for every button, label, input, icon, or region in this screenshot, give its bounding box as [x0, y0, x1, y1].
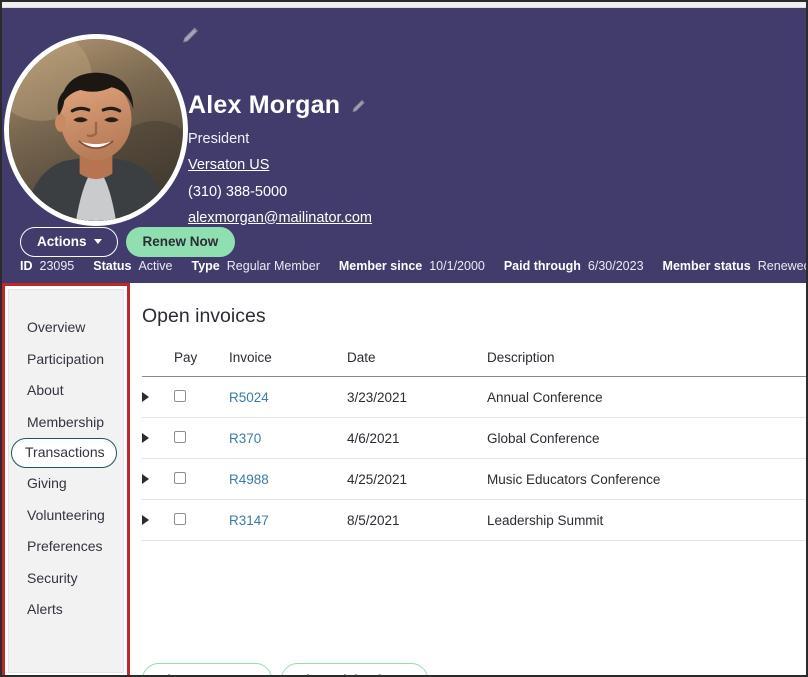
expand-row-icon[interactable] [142, 514, 149, 525]
sidebar-nav: Overview Participation About Membership … [8, 289, 124, 673]
expand-row-icon[interactable] [142, 473, 149, 484]
meta-key-id: ID [20, 259, 33, 273]
open-invoices-table: Pay Invoice Date Description R5024 3/23/… [142, 350, 806, 541]
person-job-title: President [188, 130, 250, 147]
meta-value-id: 23095 [39, 259, 75, 273]
actions-button-label: Actions [37, 234, 87, 249]
table-header-row: Pay Invoice Date Description [142, 350, 806, 377]
row-pay-cell [174, 417, 229, 459]
profile-info: Alex Morgan President Versaton US (310) … [188, 34, 372, 227]
row-date-cell: 4/25/2021 [347, 458, 487, 500]
profile-header: Alex Morgan President Versaton US (310) … [2, 8, 806, 283]
content-area: Overview Participation About Membership … [2, 283, 806, 675]
row-pay-cell [174, 458, 229, 500]
sidebar-item-security[interactable]: Security [9, 563, 123, 595]
sidebar-annotation-highlight: Overview Participation About Membership … [2, 283, 130, 675]
meta-value-member-since: 10/1/2000 [429, 259, 485, 273]
panel-title: Open invoices [142, 305, 266, 327]
avatar[interactable] [4, 34, 188, 226]
meta-key-member-since: Member since [338, 259, 423, 273]
pay-checkbox[interactable] [174, 512, 186, 525]
pencil-icon[interactable] [180, 24, 202, 46]
sidebar-item-overview[interactable]: Overview [9, 312, 123, 344]
sidebar-item-about[interactable]: About [9, 375, 123, 407]
pay-checkbox[interactable] [174, 389, 186, 402]
row-invoice-cell: R5024 [229, 376, 347, 418]
table-row: R4988 4/25/2021 Music Educators Conferen… [142, 458, 806, 500]
pay-checkbox[interactable] [174, 430, 186, 443]
sidebar-item-alerts[interactable]: Alerts [9, 594, 123, 626]
actions-button[interactable]: Actions [20, 227, 118, 257]
person-name-row: Alex Morgan [188, 91, 372, 120]
meta-key-member-status: Member status [662, 259, 751, 273]
invoice-link[interactable]: R5024 [229, 390, 269, 405]
sidebar-item-volunteering[interactable]: Volunteering [9, 500, 123, 532]
row-description-cell: Leadership Summit [487, 499, 806, 541]
row-pay-cell [174, 499, 229, 541]
column-header-pay: Pay [174, 350, 229, 377]
table-header: Pay Invoice Date Description [142, 350, 806, 377]
table-footer-buttons: View Statement View Trial Balance [142, 663, 429, 675]
screenshot-frame: Alex Morgan President Versaton US (310) … [0, 0, 808, 677]
sidebar-item-participation[interactable]: Participation [9, 344, 123, 376]
meta-value-status: Active [138, 259, 173, 273]
column-header-date: Date [347, 350, 487, 377]
invoice-link[interactable]: R370 [229, 431, 261, 446]
member-meta-strip: ID 23095 Status Active Type Regular Memb… [20, 259, 808, 273]
hero-action-buttons: Actions Renew Now [20, 227, 236, 257]
column-header-invoice: Invoice [229, 350, 347, 377]
row-invoice-cell: R370 [229, 417, 347, 459]
row-expand-cell [142, 417, 174, 459]
sidebar-item-membership[interactable]: Membership [9, 407, 123, 439]
invoice-link[interactable]: R4988 [229, 472, 269, 487]
view-statement-button[interactable]: View Statement [142, 663, 272, 675]
column-header-expand [142, 350, 174, 377]
row-description-cell: Annual Conference [487, 376, 806, 418]
table-row: R3147 8/5/2021 Leadership Summit [142, 499, 806, 541]
renew-now-button[interactable]: Renew Now [125, 227, 236, 257]
row-expand-cell [142, 458, 174, 500]
page-title: Alex Morgan [188, 91, 341, 119]
meta-key-paid-through: Paid through [503, 259, 581, 273]
expand-row-icon[interactable] [142, 432, 149, 443]
row-date-cell: 3/23/2021 [347, 376, 487, 418]
view-trial-balance-button[interactable]: View Trial Balance [280, 663, 429, 675]
expand-row-icon[interactable] [142, 391, 149, 402]
sidebar-item-preferences[interactable]: Preferences [9, 531, 123, 563]
meta-key-type: Type [191, 259, 220, 273]
table-row: R370 4/6/2021 Global Conference [142, 417, 806, 459]
sidebar-item-giving[interactable]: Giving [9, 468, 123, 500]
organization-link[interactable]: Versaton US [188, 157, 269, 173]
invoice-link[interactable]: R3147 [229, 513, 269, 528]
phone-number: (310) 388-5000 [188, 183, 288, 200]
pencil-icon[interactable] [350, 97, 368, 115]
table-body: R5024 3/23/2021 Annual Conference R370 4… [142, 376, 806, 541]
meta-value-member-status: Renewed [757, 259, 808, 273]
column-header-description: Description [487, 350, 806, 377]
meta-value-paid-through: 6/30/2023 [587, 259, 644, 273]
row-expand-cell [142, 499, 174, 541]
avatar-photo [9, 39, 183, 221]
row-invoice-cell: R4988 [229, 458, 347, 500]
meta-key-status: Status [93, 259, 132, 273]
table-row: R5024 3/23/2021 Annual Conference [142, 376, 806, 418]
avatar-wrapper [2, 34, 188, 226]
email-link[interactable]: alexmorgan@mailinator.com [188, 210, 372, 226]
main-panel: Open invoices Pay Invoice Date Descripti… [130, 283, 806, 675]
chevron-down-icon [93, 239, 102, 245]
row-description-cell: Music Educators Conference [487, 458, 806, 500]
row-expand-cell [142, 376, 174, 418]
row-pay-cell [174, 376, 229, 418]
row-description-cell: Global Conference [487, 417, 806, 459]
row-date-cell: 8/5/2021 [347, 499, 487, 541]
pay-checkbox[interactable] [174, 471, 186, 484]
sidebar-item-transactions[interactable]: Transactions [11, 438, 117, 468]
row-date-cell: 4/6/2021 [347, 417, 487, 459]
meta-value-type: Regular Member [226, 259, 320, 273]
row-invoice-cell: R3147 [229, 499, 347, 541]
